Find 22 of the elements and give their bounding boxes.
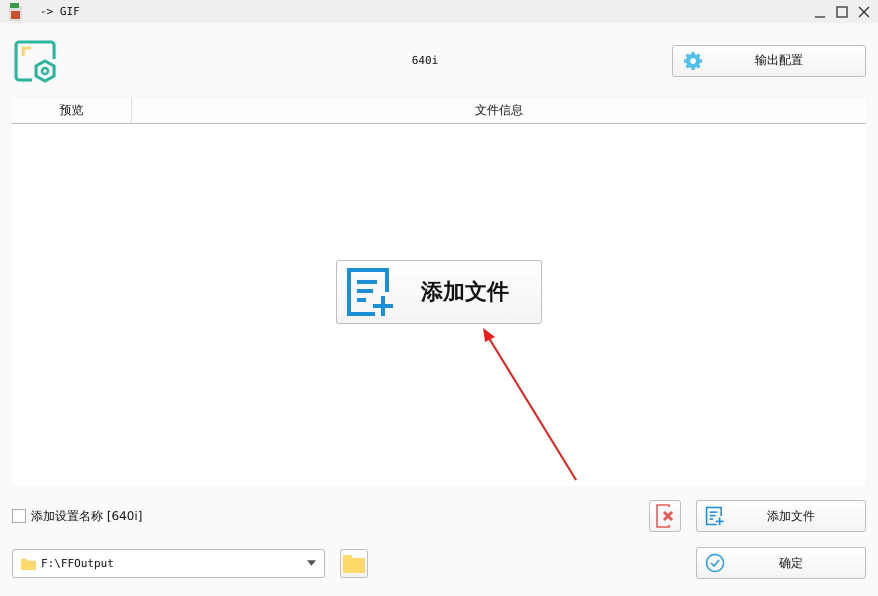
clear-button[interactable] bbox=[649, 500, 681, 532]
add-file-button[interactable]: 添加文件 bbox=[336, 260, 542, 324]
delete-file-icon bbox=[655, 504, 675, 528]
config-button[interactable]: 输出配置 bbox=[672, 44, 866, 76]
logo-icon bbox=[14, 38, 58, 82]
close-icon[interactable] bbox=[858, 6, 870, 18]
window-title: -> GIF bbox=[40, 5, 80, 18]
add-file-button[interactable]: 添加文件 bbox=[696, 500, 866, 532]
column-header: 预览 bbox=[12, 98, 132, 123]
checkbox-label: 添加设置名称 [640i] bbox=[31, 508, 142, 524]
checkbox[interactable] bbox=[12, 509, 26, 523]
column-header: 文件信息 bbox=[474, 102, 524, 119]
output-path-dropdown[interactable]: F:\FFOutput bbox=[12, 548, 325, 578]
maximize-icon[interactable] bbox=[836, 6, 848, 18]
confirm-button[interactable]: 确定 bbox=[696, 547, 866, 579]
add-file-icon bbox=[705, 506, 725, 526]
check-circle-icon bbox=[705, 553, 725, 573]
profile-name: 640i bbox=[410, 54, 440, 67]
dropdown-caret-icon bbox=[307, 560, 316, 566]
folder-icon bbox=[21, 556, 36, 570]
folder-icon bbox=[343, 553, 365, 573]
gear-icon bbox=[683, 50, 703, 70]
